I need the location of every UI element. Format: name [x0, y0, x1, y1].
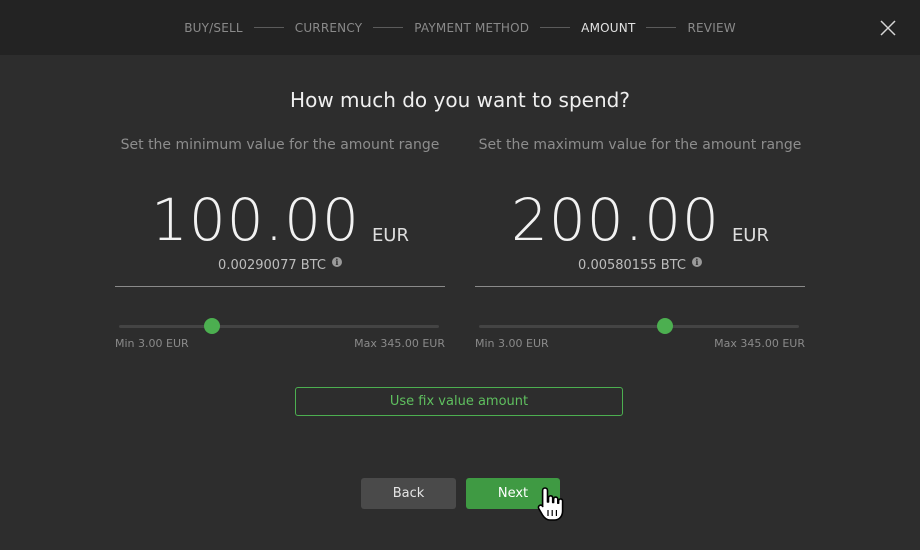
minimum-btc-equivalent: 0.00290077 BTC i — [115, 256, 445, 273]
step-review[interactable]: REVIEW — [687, 21, 735, 35]
step-connector — [540, 27, 571, 28]
maximum-btc-value: 0.00580155 BTC — [578, 258, 686, 273]
step-amount[interactable]: AMOUNT — [581, 21, 635, 35]
maximum-btc-equivalent: 0.00580155 BTC i — [475, 256, 805, 273]
slider-max-label: Max 345.00 EUR — [354, 337, 445, 350]
minimum-range-labels: Min 3.00 EUR Max 345.00 EUR — [115, 337, 445, 350]
step-payment-method[interactable]: PAYMENT METHOD — [414, 21, 529, 35]
minimum-subtitle: Set the minimum value for the amount ran… — [120, 137, 440, 153]
step-connector — [253, 27, 284, 28]
slider-handle[interactable] — [656, 318, 673, 334]
step-connector — [646, 27, 677, 28]
page-title: How much do you want to spend? — [290, 88, 630, 112]
minimum-amount-value[interactable]: 100.00 — [151, 188, 360, 252]
maximum-amount-field[interactable]: 200.00 EUR — [475, 188, 805, 252]
slider-handle[interactable] — [203, 318, 220, 334]
slider-track[interactable] — [119, 325, 439, 328]
minimum-slider[interactable] — [119, 318, 439, 334]
back-button[interactable]: Back — [361, 478, 456, 509]
maximum-currency: EUR — [731, 225, 769, 246]
maximum-amount-value[interactable]: 200.00 — [511, 188, 720, 252]
slider-min-label: Min 3.00 EUR — [115, 337, 189, 350]
step-buy-sell[interactable]: BUY/SELL — [184, 21, 243, 35]
minimum-amount-panel: Set the minimum value for the amount ran… — [115, 130, 445, 350]
slider-max-label: Max 345.00 EUR — [714, 337, 805, 350]
close-button[interactable] — [878, 18, 898, 38]
maximum-slider[interactable] — [479, 318, 799, 334]
minimum-btc-value: 0.00290077 BTC — [218, 258, 326, 273]
info-icon[interactable]: i — [331, 256, 342, 267]
hand-pointer-icon — [537, 487, 564, 521]
maximum-divider — [475, 286, 805, 287]
minimum-divider — [115, 286, 445, 287]
use-fix-value-button[interactable]: Use fix value amount — [295, 387, 623, 416]
minimum-amount-field[interactable]: 100.00 EUR — [115, 188, 445, 252]
step-connector — [373, 27, 404, 28]
info-icon[interactable]: i — [691, 256, 702, 267]
wizard-steps: BUY/SELL CURRENCY PAYMENT METHOD AMOUNT … — [0, 0, 920, 55]
maximum-subtitle: Set the maximum value for the amount ran… — [478, 137, 802, 153]
maximum-range-labels: Min 3.00 EUR Max 345.00 EUR — [475, 337, 805, 350]
slider-track[interactable] — [479, 325, 799, 328]
minimum-currency: EUR — [371, 225, 409, 246]
close-icon — [880, 20, 896, 36]
slider-min-label: Min 3.00 EUR — [475, 337, 549, 350]
step-currency[interactable]: CURRENCY — [295, 21, 363, 35]
maximum-amount-panel: Set the maximum value for the amount ran… — [475, 130, 805, 350]
